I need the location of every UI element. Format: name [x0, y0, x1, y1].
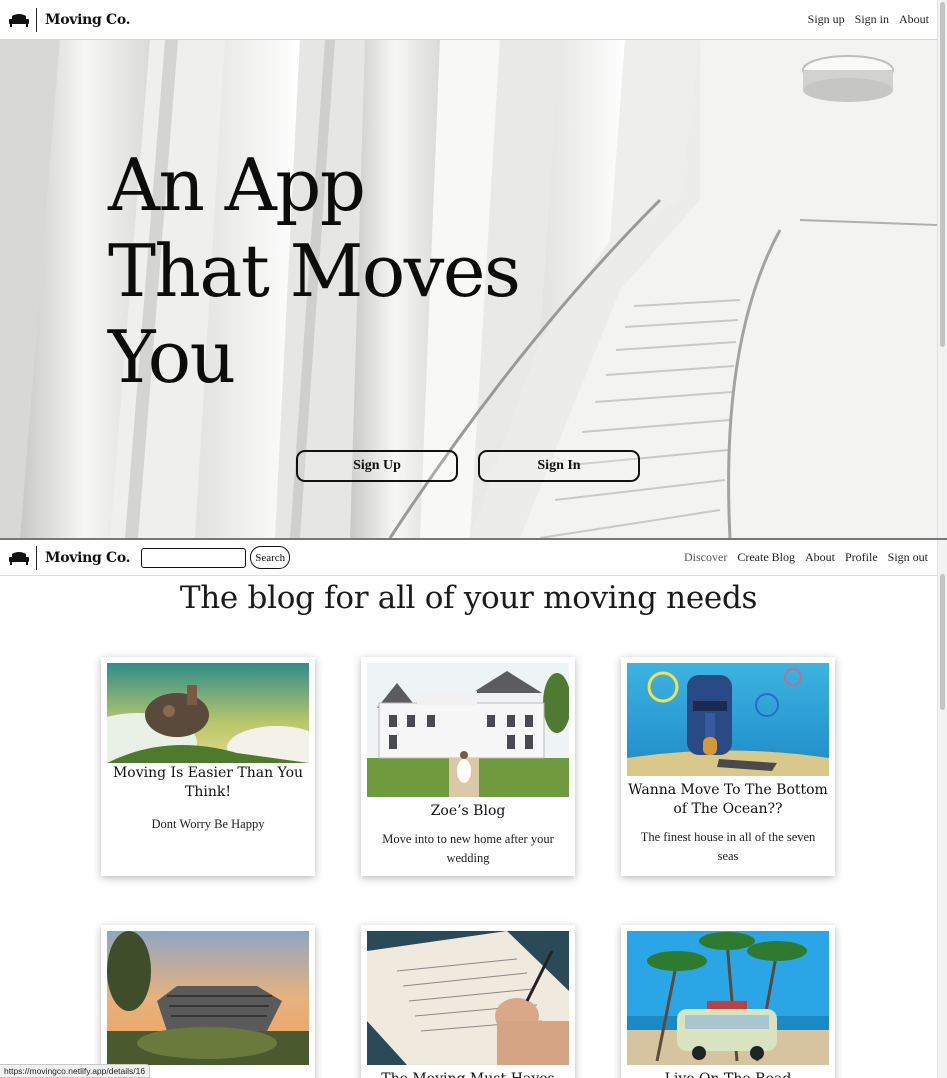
logo-divider — [36, 545, 37, 570]
couch-icon — [9, 13, 29, 27]
card-title: The Moving Must-Haves — [367, 1070, 569, 1078]
card-title: Moving Is Easier Than You Think! — [112, 765, 304, 800]
blog-navbar: Moving Co. Search Discover Create Blog A… — [0, 540, 937, 576]
search-button[interactable]: Search — [250, 546, 291, 569]
brand-name: Moving Co. — [45, 549, 131, 566]
card-image-camper-van-beach — [627, 931, 829, 1065]
blog-nav-links: Discover Create Blog About Profile Sign … — [684, 550, 928, 565]
landing-scrollbar[interactable] — [937, 0, 947, 538]
blog-card[interactable]: Zoe’s Blog Move into to new home after y… — [361, 657, 575, 876]
hero-sign-in-button[interactable]: Sign In — [478, 450, 640, 482]
scrollbar-thumb[interactable] — [940, 574, 945, 710]
blog-card[interactable]: Wanna Move To The Bottom of The Ocean?? … — [621, 657, 835, 876]
blog-card[interactable]: The Moving Must-Haves — [361, 925, 575, 1078]
card-description: Move into to new home after your wedding — [382, 832, 554, 865]
card-title: Live On The Road — [627, 1070, 829, 1078]
blog-heading: The blog for all of your moving needs — [179, 580, 758, 616]
card-title: Wanna Move To The Bottom of The Ocean?? — [628, 782, 828, 817]
card-image-victorian-house — [367, 663, 569, 797]
landing-nav-links: Sign up Sign in About — [808, 12, 929, 27]
hero-section: An App That Moves You Sign Up Sign In — [0, 40, 937, 538]
blog-scrollbar[interactable] — [937, 540, 947, 1078]
blog-card[interactable]: Live On The Road — [621, 925, 835, 1078]
card-image-writing-notebook — [367, 931, 569, 1065]
card-title: Zoe’s Blog — [430, 803, 506, 819]
brand-name: Moving Co. — [45, 11, 131, 28]
nav-sign-in-link[interactable]: Sign in — [855, 12, 889, 27]
couch-icon — [9, 551, 29, 565]
blog-window: Moving Co. Search Discover Create Blog A… — [0, 540, 937, 1078]
nav-discover-link[interactable]: Discover — [684, 550, 727, 565]
hero-sign-up-button[interactable]: Sign Up — [296, 450, 458, 482]
nav-sign-out-link[interactable]: Sign out — [888, 550, 928, 565]
blog-card[interactable] — [101, 925, 315, 1078]
blog-card[interactable]: Moving Is Easier Than You Think! Dont Wo… — [101, 657, 315, 876]
scrollbar-thumb[interactable] — [940, 2, 945, 347]
card-description: The finest house in all of the seven sea… — [640, 830, 816, 863]
landing-window: Moving Co. Sign up Sign in About An App … — [0, 0, 937, 538]
nav-sign-up-link[interactable]: Sign up — [808, 12, 845, 27]
status-bar-url: https://movingco.netlify.app/details/16 — [0, 1064, 151, 1078]
nav-about-link[interactable]: About — [805, 550, 835, 565]
nav-profile-link[interactable]: Profile — [845, 550, 878, 565]
nav-create-blog-link[interactable]: Create Blog — [737, 550, 795, 565]
search-input[interactable] — [141, 547, 247, 568]
logo-divider — [36, 7, 37, 32]
landing-navbar: Moving Co. Sign up Sign in About — [0, 0, 937, 40]
nav-about-link[interactable]: About — [899, 12, 929, 27]
brand-logo[interactable]: Moving Co. — [8, 7, 131, 33]
card-image-squidward-house — [627, 663, 829, 776]
card-image-library-sunset — [107, 931, 309, 1065]
card-description: Dont Worry Be Happy — [151, 817, 265, 831]
hero-title: An App That Moves You — [108, 143, 521, 399]
brand-logo[interactable]: Moving Co. — [8, 545, 131, 571]
card-image-flying-castle — [107, 663, 309, 763]
